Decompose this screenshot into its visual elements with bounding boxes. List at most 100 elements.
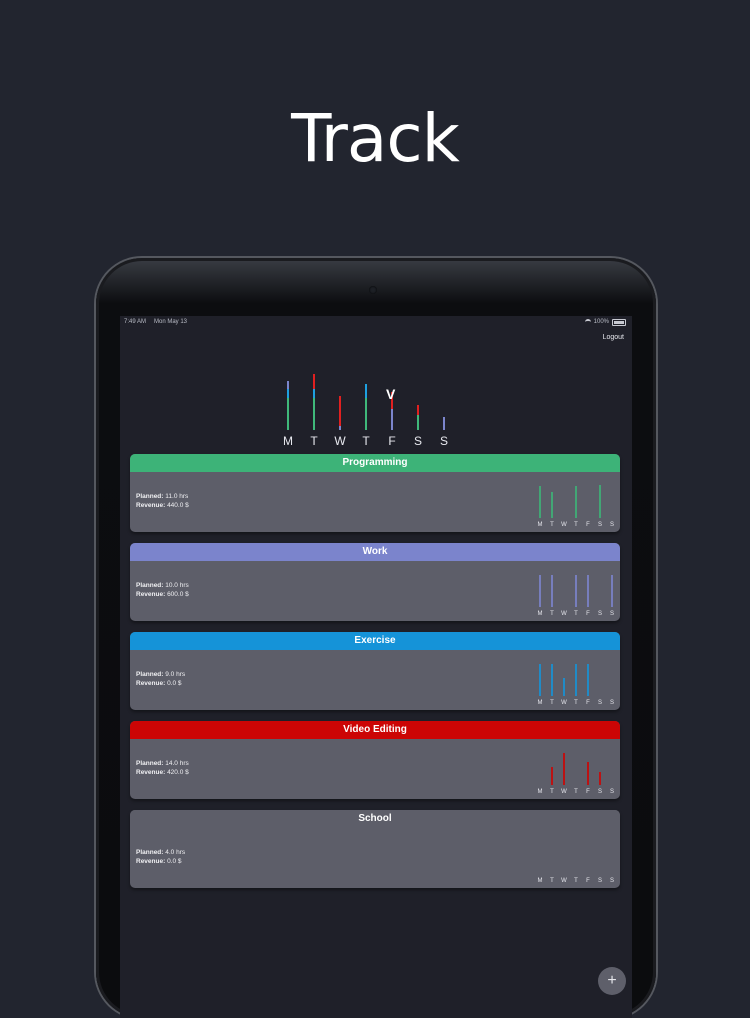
camera-icon	[369, 286, 377, 294]
mini-day-label: S	[597, 522, 602, 528]
mini-day-label: T	[550, 878, 554, 884]
category-title: School	[130, 810, 620, 828]
revenue-value: 600.0 $	[165, 591, 189, 598]
mini-day-label: S	[597, 611, 602, 617]
planned-value: 4.0 hrs	[163, 849, 186, 856]
mini-day-label: M	[537, 789, 543, 795]
revenue-label: Revenue:	[136, 769, 166, 776]
battery-icon	[612, 318, 626, 326]
mini-day-label: W	[561, 789, 567, 795]
revenue: Revenue: 0.0 $	[136, 857, 185, 866]
mini-day-label: T	[574, 611, 578, 617]
category-card[interactable]: School Planned: 4.0 hrs Revenue: 0.0 $ M T W T…	[130, 810, 620, 888]
revenue: Revenue: 420.0 $	[136, 768, 189, 777]
planned-value: 9.0 hrs	[163, 671, 186, 678]
weekly-day-label: S	[413, 434, 422, 448]
weekly-day-label: W	[334, 434, 346, 448]
ipad-device-frame: 7:49 AM Mon May 13 100% Logout MTWTFSSV …	[96, 258, 656, 1018]
mini-chart-bar	[599, 484, 601, 518]
revenue-label: Revenue:	[136, 858, 166, 865]
revenue: Revenue: 600.0 $	[136, 590, 189, 599]
category-mini-chart: MTWTFSS	[534, 830, 616, 884]
status-date: Mon May 13	[154, 319, 188, 325]
selected-day-marker: V	[386, 386, 396, 402]
weekly-bar-segment	[417, 414, 419, 430]
add-category-button[interactable]: +	[598, 967, 626, 995]
category-stats: Planned: 14.0 hrs Revenue: 420.0 $	[136, 759, 189, 777]
weekly-bar-segment	[313, 374, 315, 390]
mini-day-label: M	[537, 700, 543, 706]
category-card[interactable]: Exercise Planned: 9.0 hrs Revenue: 0.0 $ M T…	[130, 632, 620, 710]
category-mini-chart: MTWTFSS	[534, 474, 616, 528]
mini-day-label: F	[586, 522, 590, 528]
category-title: Exercise	[130, 632, 620, 650]
planned-label: Planned:	[136, 493, 164, 500]
mini-day-label: F	[586, 878, 590, 884]
mini-chart-bar	[551, 767, 553, 785]
mini-day-label: S	[609, 700, 614, 706]
mini-chart-bar	[599, 771, 601, 785]
mini-day-label: S	[597, 700, 602, 706]
headline: Track	[291, 100, 460, 177]
planned-hours: Planned: 4.0 hrs	[136, 848, 185, 857]
weekly-bar-segment	[287, 397, 289, 430]
weekly-bar-segment	[443, 417, 445, 430]
mini-day-label: T	[550, 522, 554, 528]
weekly-day-label: T	[310, 434, 318, 448]
planned-hours: Planned: 10.0 hrs	[136, 581, 189, 590]
revenue-label: Revenue:	[136, 591, 166, 598]
weekly-bar-segment	[313, 389, 315, 398]
category-stats: Planned: 11.0 hrs Revenue: 440.0 $	[136, 492, 189, 510]
mini-day-label: M	[537, 878, 543, 884]
weekly-bar-segment	[365, 383, 367, 398]
category-card[interactable]: Programming Planned: 11.0 hrs Revenue: 440…	[130, 454, 620, 532]
mini-chart-bar	[575, 486, 577, 518]
planned-hours: Planned: 9.0 hrs	[136, 670, 185, 679]
revenue-value: 0.0 $	[165, 858, 182, 865]
weekly-day-label: F	[388, 434, 396, 448]
planned-label: Planned:	[136, 582, 164, 589]
status-right: 100%	[584, 316, 626, 328]
category-card[interactable]: Video Editing Planned: 14.0 hrs Revenue: 4…	[130, 721, 620, 799]
mini-day-label: W	[561, 611, 567, 617]
category-mini-chart: MTWTFSS	[534, 741, 616, 795]
mini-day-label: S	[597, 878, 602, 884]
weekly-bar-segment	[417, 404, 419, 415]
mini-day-label: W	[561, 700, 567, 706]
mini-day-label: T	[550, 789, 554, 795]
mini-chart-bar	[551, 492, 553, 518]
mini-chart-bar	[539, 664, 541, 696]
weekly-day-label: M	[283, 434, 293, 448]
revenue-label: Revenue:	[136, 502, 166, 509]
mini-chart-bar	[611, 575, 613, 607]
weekly-day-label: S	[439, 434, 448, 448]
mini-day-label: T	[574, 789, 578, 795]
planned-value: 11.0 hrs	[163, 493, 189, 500]
category-stats: Planned: 9.0 hrs Revenue: 0.0 $	[136, 670, 185, 688]
mini-day-label: T	[574, 700, 578, 706]
planned-value: 14.0 hrs	[163, 760, 189, 767]
mini-day-label: W	[561, 522, 567, 528]
logout-button[interactable]: Logout	[603, 334, 624, 341]
mini-chart-bar	[551, 664, 553, 696]
mini-day-label: T	[574, 878, 578, 884]
category-mini-chart: MTWTFSS	[534, 563, 616, 617]
mini-day-label: S	[609, 611, 614, 617]
category-stats: Planned: 4.0 hrs Revenue: 0.0 $	[136, 848, 185, 866]
revenue-value: 440.0 $	[165, 502, 189, 509]
revenue: Revenue: 0.0 $	[136, 679, 185, 688]
planned-hours: Planned: 11.0 hrs	[136, 492, 189, 501]
mini-day-label: F	[586, 789, 590, 795]
planned-label: Planned:	[136, 849, 164, 856]
weekly-bar-segment	[365, 397, 367, 430]
planned-value: 10.0 hrs	[163, 582, 189, 589]
revenue-value: 420.0 $	[165, 769, 189, 776]
mini-chart-bar	[587, 762, 589, 785]
mini-day-label: M	[537, 522, 543, 528]
category-card[interactable]: Work Planned: 10.0 hrs Revenue: 600.0 $ M T W…	[130, 543, 620, 621]
mini-chart-bar	[587, 664, 589, 696]
weekly-bar-segment	[339, 396, 341, 426]
revenue-label: Revenue:	[136, 680, 166, 687]
app-screen: 7:49 AM Mon May 13 100% Logout MTWTFSSV …	[120, 316, 632, 1018]
weekly-bar-segment	[287, 389, 289, 398]
